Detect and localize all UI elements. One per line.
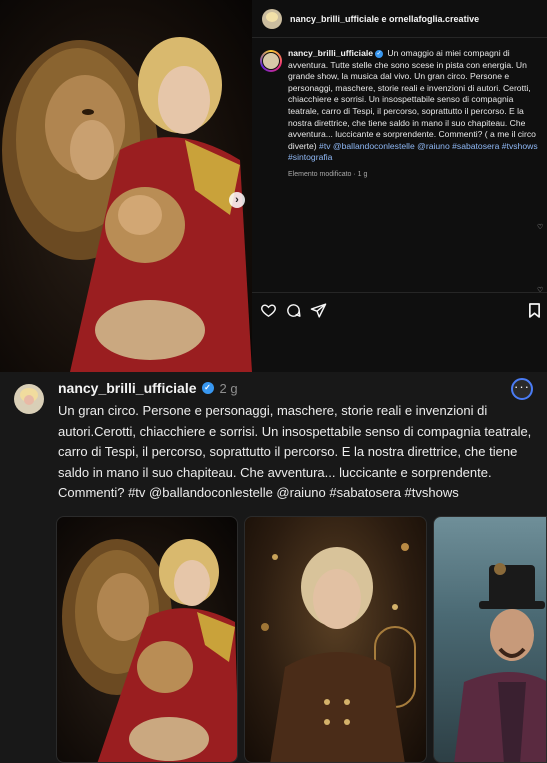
post-header: nancy_brilli_ufficiale e ornellafoglia.c… bbox=[252, 0, 547, 38]
next-image-button[interactable]: › bbox=[229, 192, 245, 208]
verified-icon: ✓ bbox=[201, 382, 214, 394]
post-image-lion-woman[interactable]: › bbox=[0, 0, 252, 372]
post-actions bbox=[260, 302, 327, 324]
author-avatar[interactable] bbox=[262, 8, 282, 29]
divider bbox=[252, 292, 547, 293]
caption-text: Un omaggio ai miei compagni di avventura… bbox=[288, 48, 536, 151]
share-send-icon[interactable] bbox=[310, 302, 327, 324]
comment-like-heart-icon[interactable]: ♡ bbox=[537, 287, 543, 294]
instagram-post: › nancy_brilli_ufficiale e ornellafoglia… bbox=[0, 0, 547, 372]
circus-woman-thumbnail bbox=[261, 543, 416, 762]
carousel-image-ringmaster[interactable] bbox=[433, 516, 547, 763]
post-sidebar: nancy_brilli_ufficiale e ornellafoglia.c… bbox=[252, 0, 547, 372]
post-meta: Elemento modificato · 1 g bbox=[288, 170, 368, 178]
caption-hashtags[interactable]: #tv @ballandoconlestelle @raiuno #sabato… bbox=[288, 141, 538, 163]
lion-woman-thumbnail bbox=[62, 539, 237, 762]
author-username[interactable]: nancy_brilli_ufficiale bbox=[58, 380, 197, 396]
more-options-button[interactable]: ··· bbox=[511, 378, 533, 400]
comment-like-heart-icon[interactable]: ♡ bbox=[537, 224, 543, 231]
post-header: nancy_brilli_ufficiale ✓ 2 g bbox=[58, 380, 238, 396]
verified-icon: ✓ bbox=[375, 49, 384, 58]
lion-woman-illustration bbox=[2, 37, 252, 372]
collab-usernames[interactable]: nancy_brilli_ufficiale e ornellafoglia.c… bbox=[290, 14, 479, 24]
carousel-image-circus-woman[interactable] bbox=[244, 516, 427, 763]
carousel-image-lion-woman[interactable] bbox=[56, 516, 238, 763]
post-caption: nancy_brilli_ufficiale ✓ Un omaggio ai mi… bbox=[252, 38, 547, 181]
post-text: Un gran circo. Persone e personaggi, mas… bbox=[58, 403, 532, 500]
post-time: 2 g bbox=[219, 380, 238, 396]
caption-username[interactable]: nancy_brilli_ufficiale bbox=[288, 48, 373, 58]
bookmark-icon[interactable] bbox=[528, 303, 541, 323]
comment-icon[interactable] bbox=[285, 302, 302, 324]
like-heart-icon[interactable] bbox=[260, 302, 277, 324]
ringmaster-thumbnail bbox=[454, 563, 546, 762]
author-avatar[interactable] bbox=[14, 384, 44, 414]
caption-avatar[interactable] bbox=[260, 50, 282, 72]
